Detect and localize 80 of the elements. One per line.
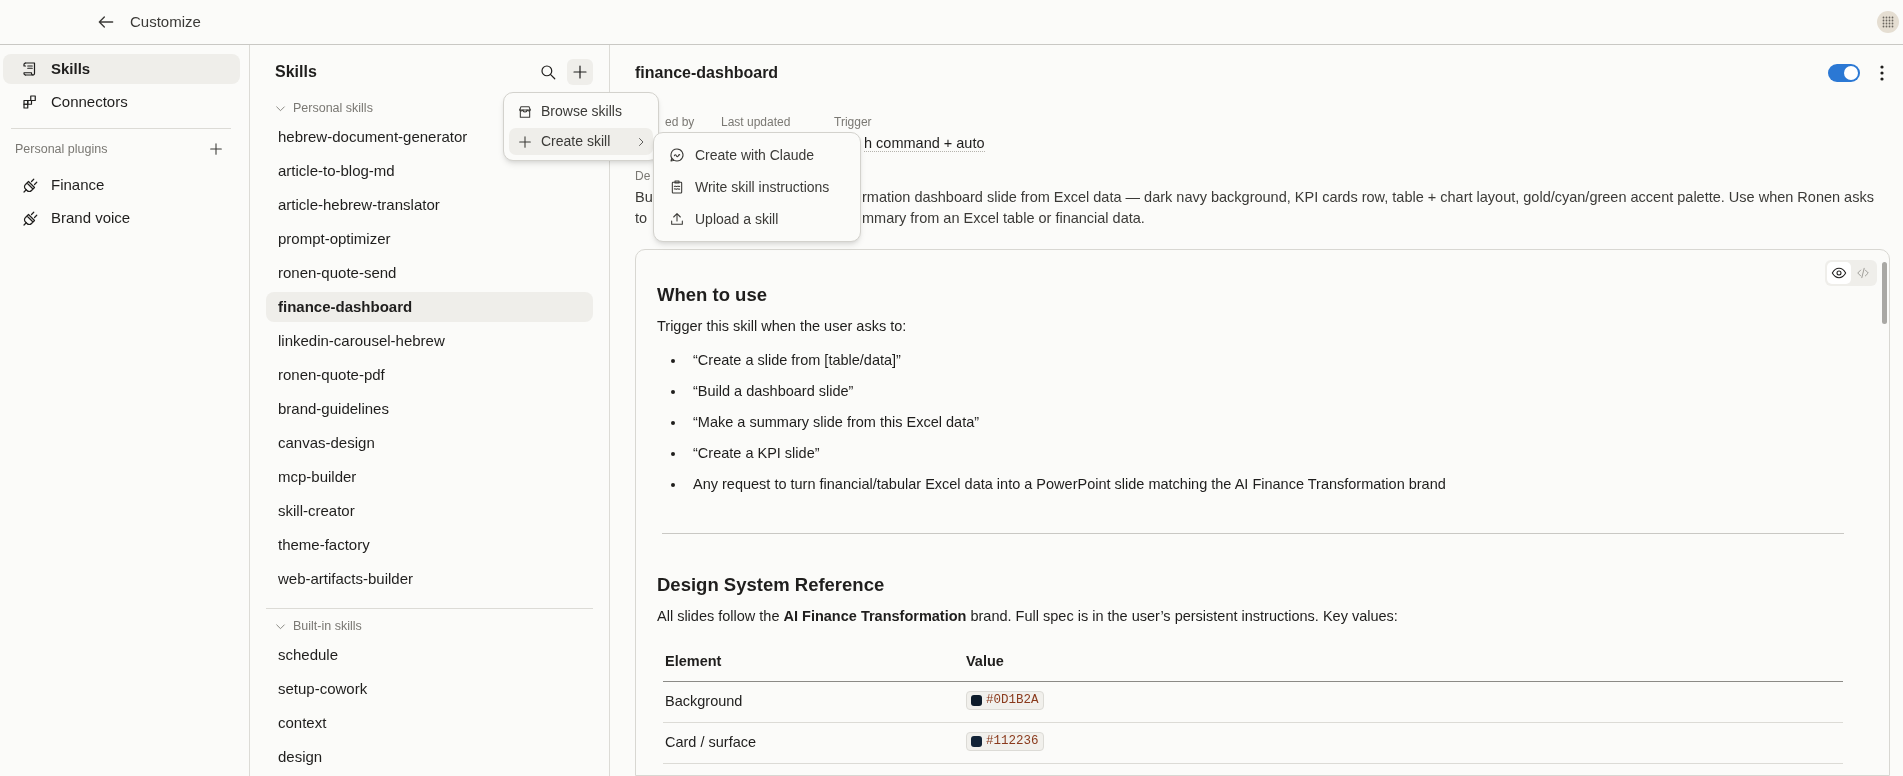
paragraph: All slides follow the AI Finance Transformation brand. Full spec is in the user’s persistent instructions. Key values: [657,606,1399,626]
list-item: “Create a KPI slide” [693,444,820,464]
list-item: “Build a dashboard slide” [693,382,854,402]
bullet-icon [671,390,675,395]
skill-item[interactable]: mcp-builder [266,461,593,492]
description-text: rmation dashboard slide from Excel data — dark navy background, KPI cards row, table + chart layout, gold/cyan/green accent palette. Use when Ronen asks [862,187,1874,207]
color-chip: #0D1B2A [966,690,1044,710]
meta-label: De [635,169,651,183]
menu-item[interactable]: Write skill instructions [659,171,855,203]
bullet-icon [671,483,675,488]
grid-dots-icon [1882,16,1894,28]
section-heading: Personal plugins [15,140,108,158]
plugin-item[interactable]: Finance [3,169,240,202]
skill-item[interactable]: design [266,742,593,772]
plug-icon [21,209,39,228]
chat-bubble-icon [669,147,685,163]
table-cell: Card / surface [665,733,757,750]
skill-item[interactable]: article-to-blog-md [266,155,593,186]
list-item: “Create a slide from [table/data]” [693,351,901,371]
menu-item[interactable]: Create skill [509,128,653,155]
blocks-icon [21,93,39,111]
section-heading: When to use [657,283,768,307]
skill-item[interactable]: web-artifacts-builder [266,563,593,594]
section-toggle[interactable]: Built-in skills [266,612,593,640]
bullet-icon [671,452,675,457]
list-item: “Make a summary slide from this Excel data” [693,413,980,433]
enable-toggle[interactable] [1828,64,1860,82]
menu-item[interactable]: Browse skills [509,98,653,125]
plugin-item[interactable]: Brand voice [3,202,240,235]
color-chip: #112236 [966,731,1044,751]
skill-item[interactable]: brand-guidelines [266,393,593,424]
upload-icon [669,211,685,227]
skill-item[interactable]: linkedin-carousel-hebrew [266,325,593,356]
view-mode-tab[interactable] [1827,262,1851,284]
plus-icon [517,133,533,150]
skill-item[interactable]: setup-cowork [266,674,593,704]
search-icon [539,63,557,82]
skill-item[interactable]: context [266,708,593,738]
description-text: Bu [635,188,653,205]
skill-item[interactable]: finance-dashboard [266,291,593,322]
more-icon [1880,65,1884,81]
panel-title: Skills [275,62,317,83]
plus-icon [208,141,224,157]
menu-item[interactable]: Create with Claude [659,139,855,171]
description-text: to [635,209,648,226]
list-item: Any request to turn financial/tabular Excel data into a PowerPoint slide matching the AI Finance Transformation brand [693,475,1446,495]
column-header: Element [665,653,722,670]
meta-value: h command + auto [864,135,985,153]
skill-item[interactable]: schedule [266,640,593,670]
description-text: mmary from an Excel table or financial data. [862,208,1145,228]
sidebar-item[interactable]: Connectors [3,87,240,117]
store-icon [517,103,533,120]
back-button[interactable]: Customize [96,10,201,34]
table-cell: Background [665,692,743,709]
skill-item[interactable]: skill-creator [266,495,593,526]
add-plugin-button[interactable] [208,141,224,157]
skill-item[interactable]: canvas-design [266,427,593,458]
code-icon [1856,266,1870,280]
plug-icon [21,176,39,195]
clipboard-icon [669,179,685,195]
apps-button[interactable] [1877,11,1899,33]
paragraph: Trigger this skill when the user asks to: [657,317,908,336]
skill-item[interactable]: article-hebrew-translator [266,189,593,220]
skill-item[interactable]: theme-factory [266,529,593,560]
bullet-icon [671,421,675,426]
section-heading: Design System Reference [657,572,886,597]
add-skill-button[interactable] [567,59,593,86]
scrollbar[interactable] [1882,262,1887,324]
column-header: Value [966,653,1004,670]
eye-icon [1831,265,1847,281]
meta-label: Trigger [834,115,872,129]
meta-label: Last updated [721,115,791,129]
sidebar-item[interactable]: Skills [3,54,240,84]
meta-label: ed by [665,115,695,129]
skill-item[interactable]: prompt-optimizer [266,223,593,254]
skill-item[interactable]: ronen-quote-send [266,257,593,288]
menu-item[interactable]: Upload a skill [659,203,855,235]
bullet-icon [671,359,675,364]
skill-title: finance-dashboard [635,63,779,83]
skill-item[interactable]: ronen-quote-pdf [266,359,593,390]
